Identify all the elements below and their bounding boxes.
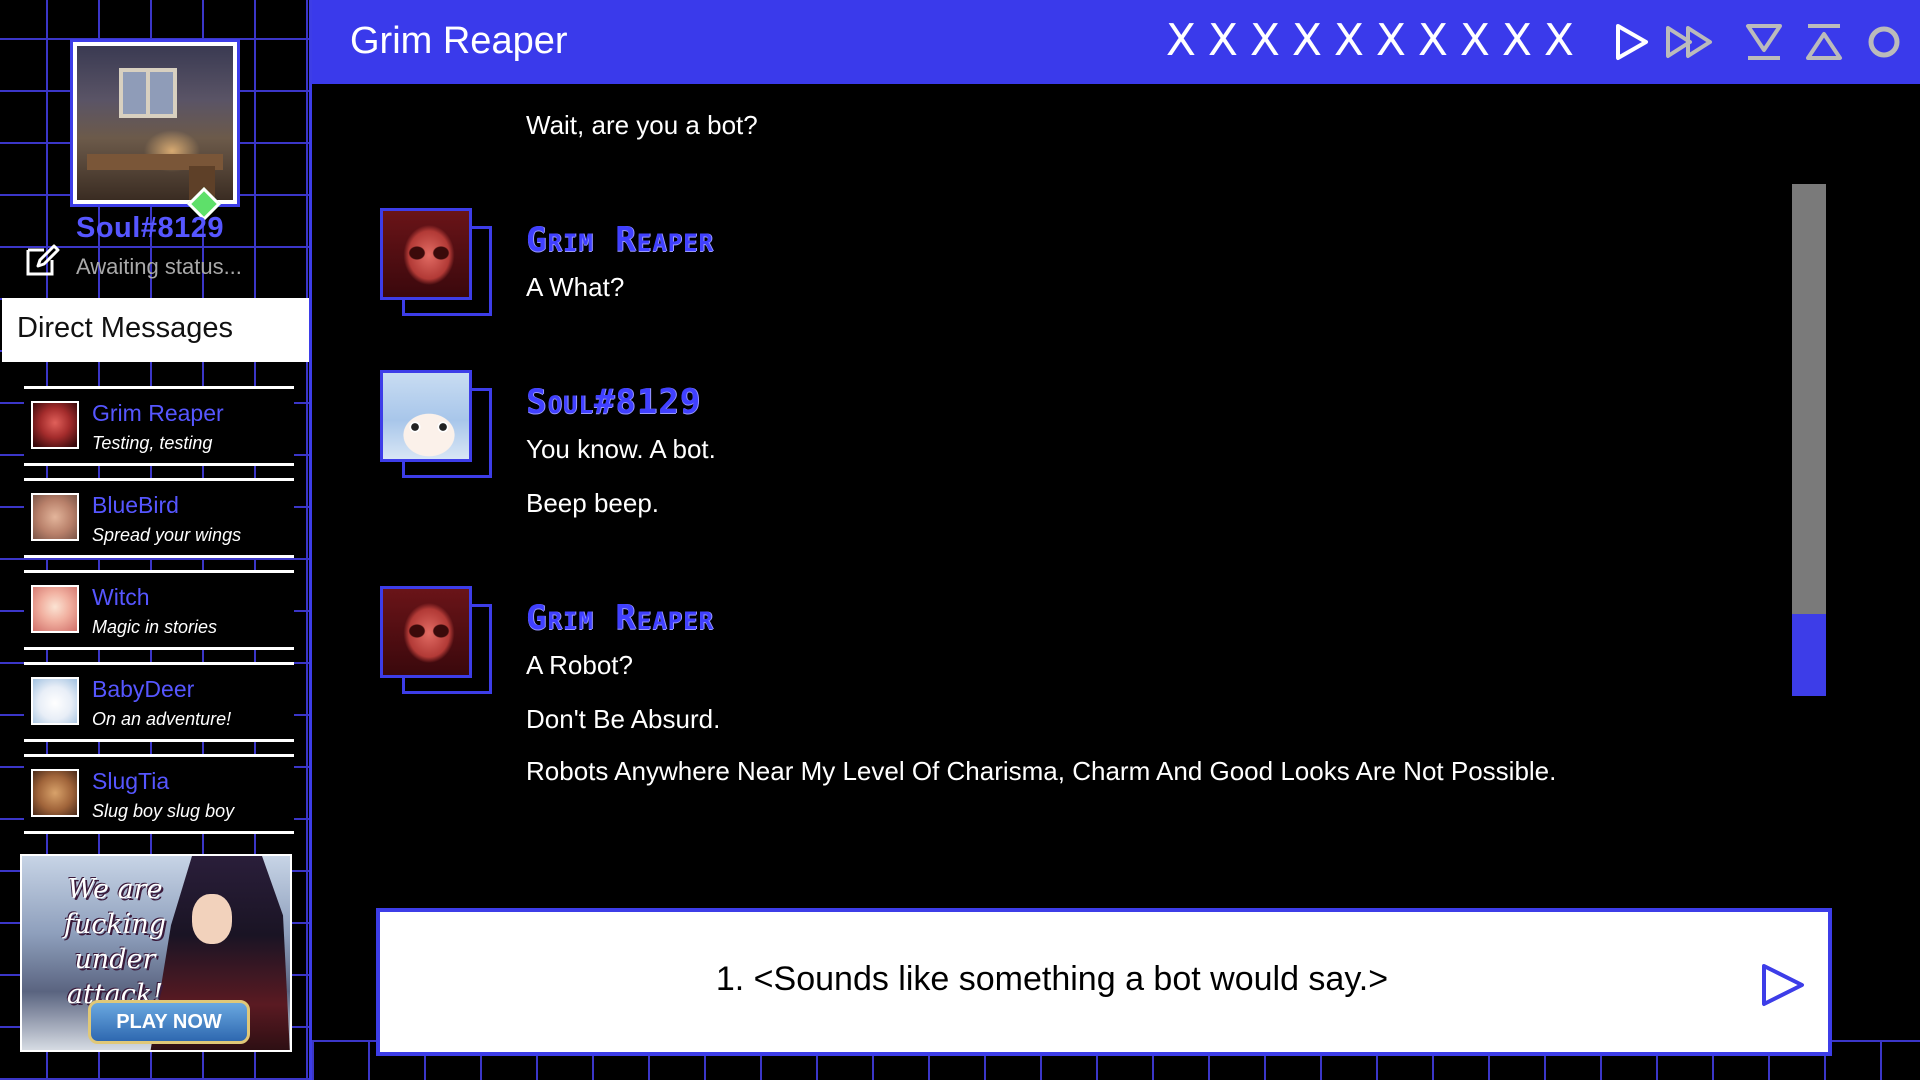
contact-babydeer[interactable]: BabyDeer On an adventure! [24,662,294,742]
speaker-portrait [380,208,492,320]
x-mark: X [1249,15,1281,66]
x-mark: X [1207,15,1239,66]
chat-title: Grim Reaper [350,20,568,62]
contact-name: Witch [92,584,150,610]
grim-reaper-avatar [380,586,472,678]
contact-avatar [31,401,79,449]
speaker-portrait [380,370,492,482]
speaker-portrait [380,586,492,698]
avatar-window-art [119,68,177,118]
speaker-name: Grim Reaper [526,598,715,638]
scrollbar-track[interactable] [1792,184,1826,696]
message-line: You know. A bot. [526,434,716,464]
soul-avatar [380,370,472,462]
load-icon[interactable] [1800,18,1848,66]
contact-grim-reaper[interactable]: Grim Reaper Testing, testing [24,386,294,466]
contact-status: Spread your wings [92,525,242,545]
choice-text: 1. <Sounds like something a bot would sa… [715,960,1389,998]
profile-area: Soul#8129 Awaiting status... [0,0,309,298]
dialogue-choice[interactable]: 1. <Sounds like something a bot would sa… [376,908,1832,1056]
fast-forward-icon[interactable] [1664,18,1722,66]
send-arrow-icon[interactable] [1758,962,1806,1008]
message-line: Beep beep. [526,488,660,518]
x-mark: X [1501,15,1533,66]
x-mark: X [1375,15,1407,66]
message-line: Don't Be Absurd. [526,704,721,734]
edit-status-icon[interactable] [22,240,62,280]
x-mark: X [1543,15,1575,66]
contact-avatar [31,677,79,725]
message-line: A What? [526,272,625,302]
x-mark: X [1165,15,1197,66]
x-mark: X [1291,15,1323,66]
contact-avatar [31,585,79,633]
x-mark: X [1417,15,1449,66]
speaker-name: Grim Reaper [526,220,715,260]
profile-status[interactable]: Awaiting status... [76,254,242,280]
contact-status: Magic in stories [92,617,218,637]
speaker-name: Soul#8129 [526,382,702,422]
message-line: Wait, are you a bot? [526,110,758,140]
sidebar: Soul#8129 Awaiting status... Direct Mess… [0,0,312,1080]
contact-name: BlueBird [92,492,179,518]
contact-avatar [31,769,79,817]
direct-messages-header: Direct Messages [2,298,309,362]
skip-marks: X X X X X X X X X X [1165,14,1575,68]
contact-bluebird[interactable]: BlueBird Spread your wings [24,478,294,558]
scrollbar-thumb[interactable] [1792,614,1826,696]
message-line: Robots Anywhere Near My Level Of Charism… [526,756,1557,786]
contact-status: Slug boy slug boy [92,801,235,821]
ad-banner[interactable]: We are fucking under attack! PLAY NOW [20,854,292,1052]
save-icon[interactable] [1740,18,1788,66]
contact-status: Testing, testing [92,433,213,453]
contact-avatar [31,493,79,541]
contact-slugtia[interactable]: SlugTia Slug boy slug boy [24,754,294,834]
x-mark: X [1333,15,1365,66]
message-line: A Robot? [526,650,633,680]
grim-reaper-avatar [380,208,472,300]
profile-avatar[interactable] [70,39,240,207]
contact-name: BabyDeer [92,676,195,702]
play-now-button[interactable]: PLAY NOW [88,1000,250,1044]
contact-status: On an adventure! [92,709,232,729]
top-bar: Grim Reaper X X X X X X X X X X [312,0,1920,84]
contact-name: SlugTia [92,768,170,794]
settings-circle-icon[interactable] [1860,18,1908,66]
profile-name: Soul#8129 [76,212,224,244]
play-icon[interactable] [1606,18,1654,66]
ad-headline: We are fucking under attack! [63,874,167,1010]
x-mark: X [1459,15,1491,66]
contact-witch[interactable]: Witch Magic in stories [24,570,294,650]
contact-name: Grim Reaper [92,400,224,426]
